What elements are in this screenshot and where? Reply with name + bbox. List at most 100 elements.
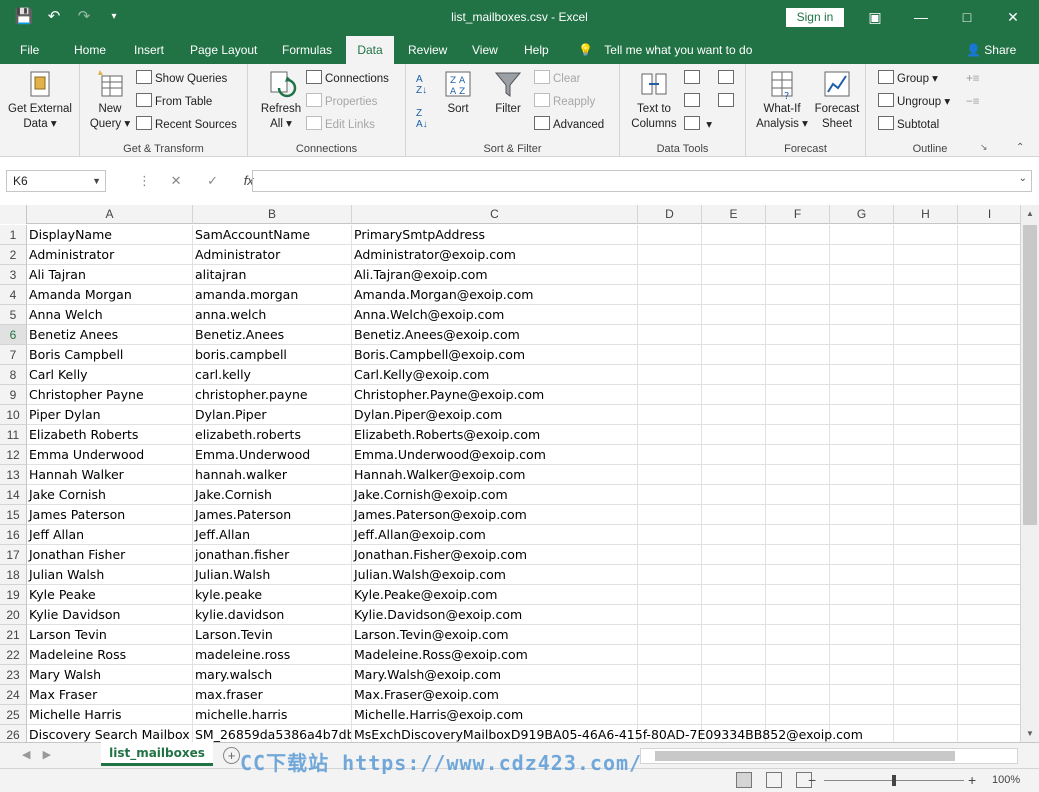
cell-a3[interactable]: Ali Tajran [27, 265, 193, 285]
cell-d3[interactable] [638, 265, 702, 285]
cell-b5[interactable]: anna.welch [193, 305, 352, 325]
clear-filter-button[interactable]: Clear [534, 69, 580, 89]
cell-a15[interactable]: James Paterson [27, 505, 193, 525]
cell-f3[interactable] [766, 265, 830, 285]
get-external-data-button[interactable]: Get External Data ▾ [4, 68, 76, 132]
cell-c26[interactable]: MsExchDiscoveryMailboxD919BA05-46A6-415f… [352, 725, 863, 742]
cell-i16[interactable] [958, 525, 1020, 545]
cell-c12[interactable]: Emma.Underwood@exoip.com [352, 445, 638, 465]
cell-g1[interactable] [830, 225, 894, 245]
cell-b25[interactable]: michelle.harris [193, 705, 352, 725]
cell-h15[interactable] [894, 505, 958, 525]
cell-h16[interactable] [894, 525, 958, 545]
cell-i8[interactable] [958, 365, 1020, 385]
edit-links-button[interactable]: Edit Links [306, 115, 375, 135]
cell-f23[interactable] [766, 665, 830, 685]
horizontal-scroll-thumb[interactable] [655, 751, 955, 761]
cell-h26[interactable] [894, 725, 958, 742]
select-all-corner[interactable] [0, 205, 27, 224]
cell-c25[interactable]: Michelle.Harris@exoip.com [352, 705, 638, 725]
cell-g23[interactable] [830, 665, 894, 685]
cell-b22[interactable]: madeleine.ross [193, 645, 352, 665]
cell-i13[interactable] [958, 465, 1020, 485]
share-button[interactable]: 👤 Share [966, 36, 1016, 64]
tab-formulas[interactable]: Formulas [276, 36, 338, 64]
cell-e20[interactable] [702, 605, 766, 625]
cell-g17[interactable] [830, 545, 894, 565]
cell-a21[interactable]: Larson Tevin [27, 625, 193, 645]
cell-f20[interactable] [766, 605, 830, 625]
cell-h25[interactable] [894, 705, 958, 725]
cell-a13[interactable]: Hannah Walker [27, 465, 193, 485]
zoom-out-icon[interactable]: − [808, 772, 816, 788]
cell-d25[interactable] [638, 705, 702, 725]
cell-h11[interactable] [894, 425, 958, 445]
cell-d22[interactable] [638, 645, 702, 665]
cell-f16[interactable] [766, 525, 830, 545]
cell-c18[interactable]: Julian.Walsh@exoip.com [352, 565, 638, 585]
show-queries-button[interactable]: Show Queries [136, 69, 227, 89]
row-header[interactable]: 10 [0, 405, 27, 425]
row-header[interactable]: 6 [0, 325, 27, 345]
cell-i18[interactable] [958, 565, 1020, 585]
cell-h5[interactable] [894, 305, 958, 325]
column-header-b[interactable]: B [193, 205, 352, 224]
cell-b18[interactable]: Julian.Walsh [193, 565, 352, 585]
show-detail-button[interactable]: +≡ [966, 69, 979, 89]
cell-g11[interactable] [830, 425, 894, 445]
page-layout-view-icon[interactable] [766, 772, 782, 788]
cell-h2[interactable] [894, 245, 958, 265]
cell-b9[interactable]: christopher.payne [193, 385, 352, 405]
cell-f6[interactable] [766, 325, 830, 345]
enter-icon[interactable]: ✓ [207, 173, 218, 188]
cell-e17[interactable] [702, 545, 766, 565]
cell-c7[interactable]: Boris.Campbell@exoip.com [352, 345, 638, 365]
cell-d4[interactable] [638, 285, 702, 305]
cell-a23[interactable]: Mary Walsh [27, 665, 193, 685]
column-header-e[interactable]: E [702, 205, 766, 224]
cell-b3[interactable]: alitajran [193, 265, 352, 285]
zoom-in-icon[interactable]: + [968, 772, 976, 788]
scroll-down-icon[interactable]: ▼ [1021, 725, 1039, 742]
hide-detail-button[interactable]: −≡ [966, 92, 979, 112]
zoom-slider-knob[interactable] [892, 775, 896, 786]
remove-duplicates-button[interactable] [684, 92, 703, 112]
cell-e1[interactable] [702, 225, 766, 245]
row-header[interactable]: 14 [0, 485, 27, 505]
cell-i11[interactable] [958, 425, 1020, 445]
cell-d15[interactable] [638, 505, 702, 525]
cell-i1[interactable] [958, 225, 1020, 245]
cell-c13[interactable]: Hannah.Walker@exoip.com [352, 465, 638, 485]
cell-c2[interactable]: Administrator@exoip.com [352, 245, 638, 265]
cell-g7[interactable] [830, 345, 894, 365]
row-header[interactable]: 20 [0, 605, 27, 625]
cell-h22[interactable] [894, 645, 958, 665]
text-to-columns-button[interactable]: Text to Columns [626, 68, 682, 132]
cell-d18[interactable] [638, 565, 702, 585]
cell-a4[interactable]: Amanda Morgan [27, 285, 193, 305]
cell-h6[interactable] [894, 325, 958, 345]
cell-d16[interactable] [638, 525, 702, 545]
row-header[interactable]: 22 [0, 645, 27, 665]
cell-d20[interactable] [638, 605, 702, 625]
cell-b14[interactable]: Jake.Cornish [193, 485, 352, 505]
cell-g22[interactable] [830, 645, 894, 665]
cell-i25[interactable] [958, 705, 1020, 725]
cell-h12[interactable] [894, 445, 958, 465]
cell-c24[interactable]: Max.Fraser@exoip.com [352, 685, 638, 705]
cell-b20[interactable]: kylie.davidson [193, 605, 352, 625]
cell-a17[interactable]: Jonathan Fisher [27, 545, 193, 565]
cell-g3[interactable] [830, 265, 894, 285]
cell-h23[interactable] [894, 665, 958, 685]
cell-i22[interactable] [958, 645, 1020, 665]
cell-g12[interactable] [830, 445, 894, 465]
cell-f25[interactable] [766, 705, 830, 725]
subtotal-button[interactable]: Subtotal [878, 115, 939, 135]
cell-f8[interactable] [766, 365, 830, 385]
cell-c11[interactable]: Elizabeth.Roberts@exoip.com [352, 425, 638, 445]
connections-button[interactable]: Connections [306, 69, 389, 89]
cell-e8[interactable] [702, 365, 766, 385]
cell-g9[interactable] [830, 385, 894, 405]
cell-c5[interactable]: Anna.Welch@exoip.com [352, 305, 638, 325]
cell-d8[interactable] [638, 365, 702, 385]
